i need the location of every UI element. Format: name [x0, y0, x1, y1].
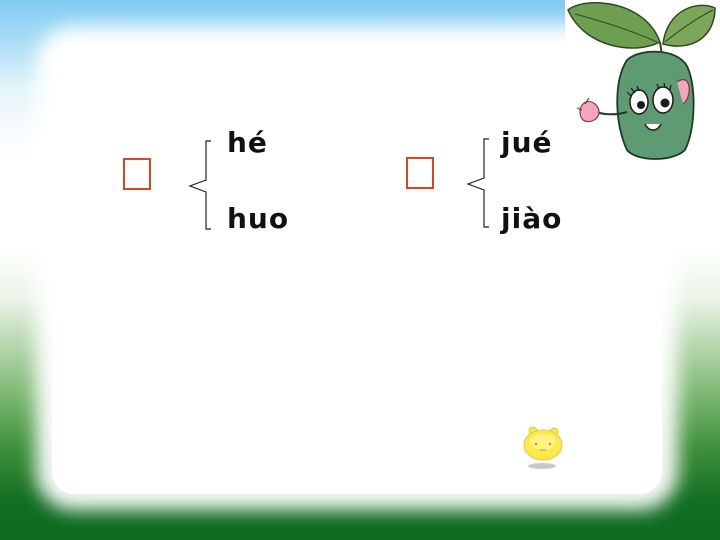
reading-2a: jué [501, 126, 553, 159]
reading-2b: jiào [501, 202, 563, 235]
character-box-1 [123, 158, 151, 190]
reading-1b: huo [227, 202, 290, 235]
character-box-2 [406, 157, 434, 189]
sprout-mascot-icon [567, 1, 716, 160]
brace-1 [188, 140, 211, 230]
brace-2 [466, 138, 489, 228]
yellow-blob-icon [523, 426, 563, 469]
mascot-card [565, 0, 720, 162]
reading-1a: hé [227, 126, 268, 159]
